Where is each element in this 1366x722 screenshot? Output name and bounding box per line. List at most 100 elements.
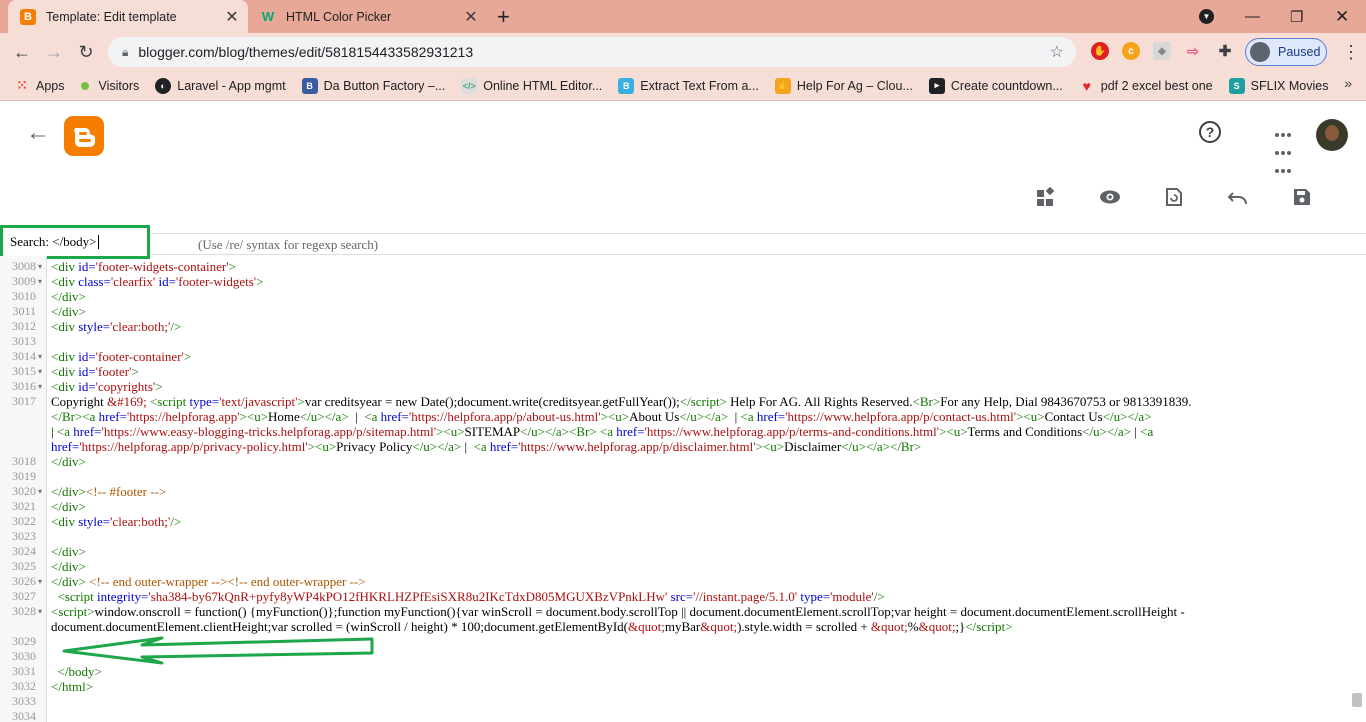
line-number: 3011 <box>12 304 36 318</box>
line-number: 3015 <box>12 364 36 378</box>
fold-toggle-icon[interactable]: ▾ <box>38 574 42 589</box>
code-text: <div class='clearfix' id='footer-widgets… <box>51 274 264 289</box>
close-tab-icon[interactable]: ✕ <box>461 7 481 27</box>
code-text: </div> <box>51 544 86 559</box>
line-number: 3019 <box>12 469 36 483</box>
code-editor[interactable]: 3008 ▾ <div id='footer-widgets-container'>… <box>0 256 1366 722</box>
tab-search-icon[interactable]: ▼ <box>1199 0 1214 33</box>
fold-toggle-icon[interactable]: ▾ <box>38 379 42 394</box>
blogger-logo-icon[interactable] <box>64 116 104 161</box>
close-tab-icon[interactable]: ✕ <box>222 7 242 27</box>
scrollbar-thumb[interactable] <box>1352 693 1362 707</box>
line-number: 3010 <box>12 289 36 303</box>
shield-extension-icon[interactable]: ◆ <box>1153 42 1171 60</box>
bookmark-button-factory[interactable]: B Da Button Factory –... <box>301 77 446 94</box>
share-extension-icon[interactable]: ⇨ <box>1184 42 1202 60</box>
forward-icon[interactable]: → <box>38 42 70 63</box>
tab-color-picker[interactable]: W HTML Color Picker ✕ <box>252 0 487 33</box>
search-hint: (Use /re/ syntax for regexp search) <box>198 237 379 252</box>
bookmark-visitors[interactable]: Visitors <box>80 78 140 93</box>
close-window-icon[interactable]: ✕ <box>1335 0 1349 33</box>
line-number: 3027 <box>12 589 36 603</box>
bookmark-label: Online HTML Editor... <box>483 78 603 93</box>
bookmark-label: Extract Text From a... <box>640 78 759 93</box>
user-avatar[interactable] <box>1316 119 1348 151</box>
code-text: <div id='footer-widgets-container'> <box>51 259 236 274</box>
bookmark-label: Da Button Factory –... <box>323 78 446 93</box>
tab-edit-template[interactable]: B Template: Edit template ✕ <box>8 0 248 33</box>
bookmark-label: Help For Ag – Clou... <box>796 78 913 93</box>
code-text: </div><!-- #footer --> <box>51 484 167 499</box>
google-apps-icon[interactable] <box>1275 126 1293 180</box>
back-icon[interactable]: ← <box>6 42 38 63</box>
text-caret <box>97 235 99 249</box>
code-text: </div> <box>51 454 86 469</box>
line-number: 3016 <box>12 379 36 393</box>
line-number: 3013 <box>12 334 36 348</box>
line-number: 3022 <box>12 514 36 528</box>
extensions-puzzle-icon[interactable]: ✚ <box>1216 42 1234 60</box>
code-text: </body> <box>57 664 102 679</box>
back-arrow-icon[interactable]: ← <box>26 119 50 147</box>
tab-title: Template: Edit template <box>46 9 177 24</box>
bookmark-star-icon[interactable]: ☆ <box>1050 42 1064 62</box>
fold-toggle-icon[interactable]: ▾ <box>38 274 42 289</box>
fold-toggle-icon[interactable]: ▾ <box>38 364 42 379</box>
new-tab-icon[interactable]: + <box>497 4 510 30</box>
globe-icon: ◐ <box>155 77 172 94</box>
bookmark-label: Create countdown... <box>950 78 1063 93</box>
code-text: </div> <box>51 304 86 319</box>
line-number: 3024 <box>12 544 36 558</box>
profile-paused-button[interactable]: Paused <box>1245 38 1327 66</box>
fold-toggle-icon[interactable]: ▾ <box>38 259 42 274</box>
line-number: 3023 <box>12 529 36 543</box>
menu-kebab-icon[interactable]: ⋮ <box>1335 42 1366 63</box>
bookmark-pdf-excel[interactable]: ♥ pdf 2 excel best one <box>1079 78 1213 94</box>
line-number: 3008 <box>12 259 36 273</box>
bookmark-sflix[interactable]: S SFLIX Movies <box>1228 77 1329 94</box>
line-number: 3026 <box>12 574 36 588</box>
blogger-header: ← <box>0 101 1366 168</box>
fold-toggle-icon[interactable]: ▾ <box>38 604 42 619</box>
browser-toolbar: ← → ↻ 🔒︎ blogger.com/blog/themes/edit/58… <box>0 33 1366 71</box>
code-text: <script integrity='sha384-by67kQnR+pyfy8… <box>57 589 885 604</box>
adblock-extension-icon[interactable]: ✋ <box>1091 42 1109 60</box>
restore-icon[interactable]: ❐ <box>1290 0 1303 33</box>
search-field[interactable]: Search: </body> <box>0 225 150 259</box>
undo-icon[interactable] <box>1227 187 1249 213</box>
help-icon[interactable]: ? <box>1199 121 1221 143</box>
heart-icon: ♥ <box>1082 77 1091 94</box>
bookmark-laravel[interactable]: ◐ Laravel - App mgmt <box>155 77 286 94</box>
code-text: Copyright &#169; <script type='text/java… <box>51 394 1192 409</box>
minimize-icon[interactable]: — <box>1245 0 1260 33</box>
code-text: <div style='clear:both;'/> <box>51 514 182 529</box>
code-text: | <a href='https://www.easy-blogging-tri… <box>51 424 1154 439</box>
reload-icon[interactable]: ↻ <box>70 42 102 63</box>
fold-toggle-icon[interactable]: ▾ <box>38 484 42 499</box>
profile-avatar <box>1250 42 1270 62</box>
bookmark-label: Visitors <box>98 78 140 93</box>
honey-extension-icon[interactable]: c <box>1122 42 1140 60</box>
green-arrow-annotation <box>62 636 374 665</box>
blogger-icon: B <box>20 8 36 25</box>
more-bookmarks-icon[interactable]: » <box>1344 75 1352 91</box>
terminal-icon: ▸ <box>928 77 945 94</box>
bookmark-apps[interactable]: ⁙ Apps <box>14 77 64 94</box>
bookmark-label: Laravel - App mgmt <box>177 78 286 93</box>
code-text: </div> <!-- end outer-wrapper --><!-- en… <box>51 574 366 589</box>
code-text: </Br><a href='https://helpforag.app'><u>… <box>51 409 1152 424</box>
code-text: <div id='copyrights'> <box>51 379 163 394</box>
bookmark-html-editor[interactable]: </> Online HTML Editor... <box>461 77 603 94</box>
fold-toggle-icon[interactable]: ▾ <box>38 349 42 364</box>
revert-icon[interactable] <box>1165 187 1183 213</box>
bookmark-countdown[interactable]: ▸ Create countdown... <box>928 77 1063 94</box>
save-icon[interactable] <box>1292 187 1312 213</box>
bookmark-help-for-ag[interactable]: ✋ Help For Ag – Clou... <box>774 77 913 94</box>
widgets-icon[interactable] <box>1036 186 1056 213</box>
code-text: </html> <box>51 679 94 694</box>
search-input[interactable]: </body> <box>52 234 96 250</box>
bookmark-extract-text[interactable]: B Extract Text From a... <box>618 77 759 94</box>
address-bar[interactable]: 🔒︎ blogger.com/blog/themes/edit/58181544… <box>108 37 1076 67</box>
bookmark-label: SFLIX Movies <box>1250 78 1329 93</box>
preview-eye-icon[interactable] <box>1099 187 1121 213</box>
